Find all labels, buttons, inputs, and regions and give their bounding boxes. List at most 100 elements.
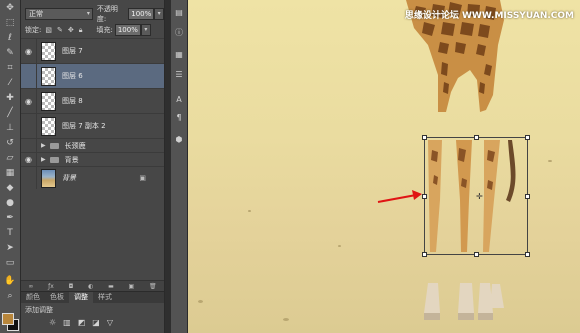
link-icon[interactable]: ∞: [28, 283, 33, 290]
hand-icon[interactable]: ✋: [3, 275, 17, 287]
transform-handle[interactable]: [422, 194, 427, 199]
layer-name: 背景: [62, 174, 76, 182]
sliders-icon[interactable]: ☰: [174, 70, 184, 80]
pen-icon[interactable]: ✒: [3, 212, 17, 224]
exposure-icon[interactable]: ◪: [92, 318, 100, 327]
transform-handle[interactable]: [474, 252, 479, 257]
folder-icon: [49, 142, 59, 149]
fill-label: 填充:: [96, 26, 113, 34]
adjustment-icon[interactable]: ◐: [88, 283, 93, 290]
history-brush-icon[interactable]: ↺: [3, 137, 17, 149]
fx-icon[interactable]: ƒx: [48, 283, 54, 290]
fill-slider-button[interactable]: ▾: [140, 24, 151, 36]
marquee-icon[interactable]: ⬚: [3, 17, 17, 29]
transform-handle[interactable]: [422, 135, 427, 140]
arrow-head: [412, 190, 422, 200]
opacity-slider-button[interactable]: ▾: [154, 8, 165, 20]
layer-name: 图层 6: [62, 72, 83, 80]
dodge-icon[interactable]: ●: [3, 197, 17, 209]
levels-icon[interactable]: ▥: [63, 318, 71, 327]
layer-name: 长颈鹿: [64, 141, 86, 150]
transform-center-icon[interactable]: ✛: [476, 192, 483, 201]
tab-swatches[interactable]: 色板: [45, 292, 69, 303]
brightness-icon[interactable]: ☼: [49, 318, 56, 327]
adjustments-title: 添加调整: [25, 306, 53, 314]
folder-icon[interactable]: ▬: [108, 283, 114, 290]
lock-position-icon[interactable]: ✥: [68, 26, 74, 35]
transform-handle[interactable]: [422, 252, 427, 257]
eye-icon[interactable]: ◉: [21, 153, 37, 166]
quick-select-icon[interactable]: ✎: [3, 47, 17, 59]
layer-row[interactable]: ◉ 图层 7: [21, 38, 164, 63]
layer-group-row[interactable]: ◉ ▶ 背景: [21, 152, 164, 166]
blur-icon[interactable]: ◆: [3, 182, 17, 194]
eye-icon[interactable]: ◉: [21, 167, 37, 189]
layer-row[interactable]: ◉ 图层 7 副本 2: [21, 113, 164, 138]
shape-icon[interactable]: ▭: [3, 257, 17, 269]
info-icon[interactable]: ⓘ: [174, 28, 184, 38]
lock-all-icon[interactable]: 🔒︎: [79, 26, 83, 35]
foreground-color-swatch[interactable]: [2, 313, 14, 325]
tab-styles[interactable]: 样式: [93, 292, 117, 303]
paragraph-icon[interactable]: ¶: [174, 113, 184, 123]
brush-preset-icon[interactable]: ▦: [174, 50, 184, 60]
healing-icon[interactable]: ✚: [3, 92, 17, 104]
layer-row[interactable]: ◉ 图层 6: [21, 63, 164, 88]
layers-panel: 正常 ▾ 不透明度: 100% ▾ 锁定: ▧ ✎ ✥ 🔒︎ 填充: 100% …: [21, 0, 165, 333]
opacity-input[interactable]: 100%: [128, 8, 155, 20]
red-arrow: [377, 194, 417, 203]
folder-icon: [49, 156, 59, 163]
transform-handle[interactable]: [474, 135, 479, 140]
layers-footer: ∞ ƒx ◘ ◐ ▬ ▣ 🗑︎: [21, 280, 164, 291]
document-canvas[interactable]: ✛ 思缘设计论坛 WWW.MISSYUAN.COM: [188, 0, 580, 333]
fill-input[interactable]: 100%: [114, 24, 141, 36]
eye-icon[interactable]: ◉: [21, 39, 37, 63]
stamp-icon[interactable]: ⊥: [3, 122, 17, 134]
eraser-icon[interactable]: ▱: [3, 152, 17, 164]
transform-handle[interactable]: [525, 194, 530, 199]
tab-color[interactable]: 颜色: [21, 292, 45, 303]
new-layer-icon[interactable]: ▣: [129, 283, 135, 290]
eye-icon[interactable]: ◉: [21, 114, 37, 138]
layer-thumbnail: [41, 168, 56, 188]
gradient-icon[interactable]: ▦: [3, 167, 17, 179]
zoom-icon[interactable]: ⌕: [3, 290, 17, 302]
watermark: 思缘设计论坛 WWW.MISSYUAN.COM: [404, 11, 574, 21]
eye-icon[interactable]: ◉: [21, 139, 37, 152]
collapsed-panels-dock: ▤ ⓘ ▦ ☰ A ¶ ⬢: [171, 0, 188, 333]
type-icon[interactable]: T: [3, 227, 17, 239]
vibrance-icon[interactable]: ▽: [107, 318, 113, 327]
tools-panel: ✥ ⬚ ℓ ✎ ⌗ ⁄ ✚ ╱ ⊥ ↺ ▱ ▦ ◆ ● ✒ T ➤ ▭ ✋ ⌕: [0, 0, 21, 333]
layer-row[interactable]: ◉ 背景 ▣: [21, 166, 164, 189]
blend-mode-dropdown[interactable]: 正常 ▾: [25, 8, 93, 20]
path-select-icon[interactable]: ➤: [3, 242, 17, 254]
transform-handle[interactable]: [525, 252, 530, 257]
layer-row[interactable]: ◉ 图层 8: [21, 88, 164, 113]
lock-transparent-icon[interactable]: ▧: [45, 26, 52, 35]
lasso-icon[interactable]: ℓ: [3, 32, 17, 44]
move-icon[interactable]: ✥: [3, 2, 17, 14]
crop-icon[interactable]: ⌗: [3, 62, 17, 74]
panel-tabs: 颜色 色板 调整 样式: [21, 291, 164, 303]
mask-icon[interactable]: ◘: [69, 283, 74, 290]
trash-icon[interactable]: 🗑︎: [149, 283, 157, 290]
layer-group-row[interactable]: ◉ ▶ 长颈鹿: [21, 138, 164, 152]
3d-icon[interactable]: ⬢: [174, 135, 184, 145]
chevron-right-icon[interactable]: ▶: [41, 156, 46, 163]
lock-pixels-icon[interactable]: ✎: [57, 26, 63, 35]
character-icon[interactable]: A: [174, 95, 184, 105]
blend-mode-value: 正常: [29, 10, 43, 18]
layer-thumbnail: [41, 41, 56, 61]
transform-handle[interactable]: [525, 135, 530, 140]
layer-name: 图层 7 副本 2: [62, 122, 106, 130]
eye-icon[interactable]: ◉: [21, 89, 37, 113]
brush-icon[interactable]: ╱: [3, 107, 17, 119]
eye-icon[interactable]: ◉: [21, 64, 37, 88]
tab-adjustments[interactable]: 调整: [69, 292, 93, 303]
eyedropper-icon[interactable]: ⁄: [3, 77, 17, 89]
history-icon[interactable]: ▤: [174, 8, 184, 18]
layers-list: ◉ 图层 7 ◉ 图层 6 ◉ 图层 8 ◉ 图层 7 副本 2 ◉ ▶ 长颈鹿…: [21, 38, 164, 189]
layer-thumbnail: [41, 66, 56, 86]
curves-icon[interactable]: ◩: [78, 318, 86, 327]
chevron-right-icon[interactable]: ▶: [41, 142, 46, 149]
